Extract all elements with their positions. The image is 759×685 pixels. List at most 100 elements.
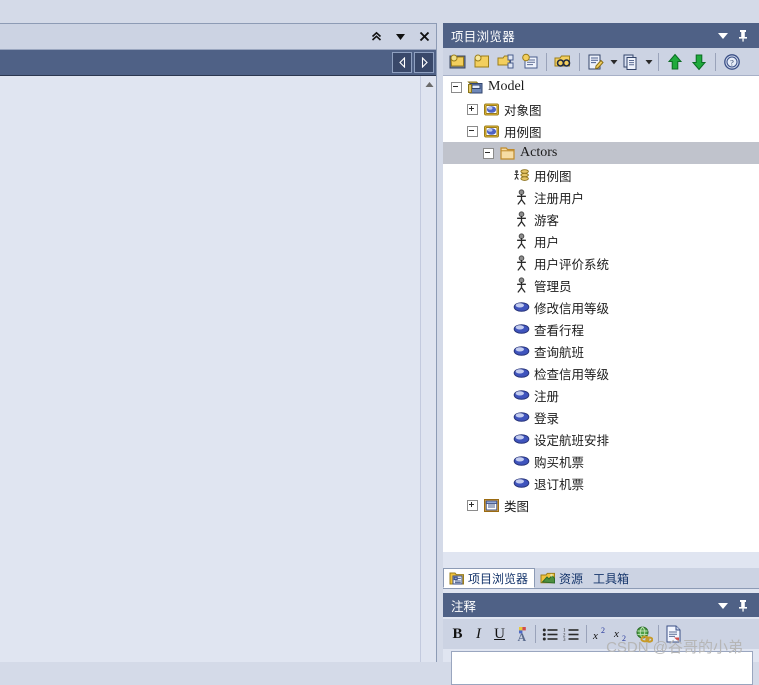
italic-icon[interactable]: I [468, 623, 489, 645]
move-down-icon[interactable] [687, 50, 711, 74]
panel-tab-strip[interactable]: 项目浏览器 资源 工具箱 [443, 568, 759, 589]
usecase-icon [513, 365, 530, 381]
tree-node[interactable]: 注册用户 [443, 186, 759, 208]
tree-toggle-spacer [499, 281, 508, 290]
tree-node-label: 查看行程 [534, 323, 585, 338]
usecase-icon [513, 409, 530, 425]
svg-text:?: ? [730, 58, 734, 67]
project-browser-icon [448, 570, 465, 586]
dropdown-arrow-icon[interactable] [713, 595, 733, 615]
expand-icon[interactable] [467, 103, 478, 115]
tree-toggle-spacer [499, 303, 508, 312]
bullet-list-icon[interactable] [540, 623, 561, 645]
notes-title-bar: 注释 [443, 593, 759, 617]
usecase-diagram-icon [513, 167, 530, 183]
tree-node-label: Model [488, 79, 525, 94]
collapse-icon[interactable] [467, 125, 478, 137]
tree-node-label: Actors [520, 145, 558, 160]
bold-icon[interactable]: B [447, 623, 468, 645]
underline-icon[interactable]: U [489, 623, 510, 645]
tree-node[interactable]: 设定航班安排 [443, 428, 759, 450]
tree-node[interactable]: Actors [443, 142, 759, 164]
scroll-up-icon[interactable] [421, 76, 437, 92]
tree-node[interactable]: 用例图 [443, 120, 759, 142]
tree-node-label: 购买机票 [534, 455, 585, 470]
folder-icon [499, 145, 516, 161]
tree-node[interactable]: 注册 [443, 384, 759, 406]
tree-node[interactable]: Model [443, 76, 759, 98]
notes-title-text: 注释 [451, 599, 477, 614]
tree-node[interactable]: 购买机票 [443, 450, 759, 472]
svg-text:2: 2 [601, 626, 605, 635]
expand-icon[interactable] [467, 499, 478, 511]
tree-node-label: 用例图 [504, 125, 542, 140]
search-folder-icon[interactable] [551, 50, 575, 74]
help-icon[interactable]: ? [720, 50, 744, 74]
tree-toggle-spacer [499, 171, 508, 180]
collapse-icon[interactable] [483, 147, 494, 159]
usecase-icon [513, 299, 530, 315]
project-tree[interactable]: Model 对象图用例图 Actors 用例图注册用户 游客 用户 用户评价系统 管理员修改信… [443, 76, 759, 552]
tree-node[interactable]: 对象图 [443, 98, 759, 120]
left-editor-pane [0, 23, 437, 662]
tree-node[interactable]: 游客 [443, 208, 759, 230]
tab-label: 工具箱 [593, 571, 630, 586]
usecase-icon [513, 387, 530, 403]
tree-node-label: 检查信用等级 [534, 367, 610, 382]
new-diagram-icon[interactable] [494, 50, 518, 74]
pin-icon[interactable] [733, 26, 753, 46]
tab-3[interactable]: 工具箱 [589, 568, 635, 588]
left-pane-canvas[interactable] [0, 76, 436, 662]
numbered-list-icon[interactable]: 1 2 3 [561, 623, 582, 645]
font-color-icon[interactable]: A [510, 623, 531, 645]
tree-toggle-spacer [499, 347, 508, 356]
tree-node[interactable]: 管理员 [443, 274, 759, 296]
dropdown-arrow-icon[interactable] [713, 26, 733, 46]
properties-icon[interactable] [584, 50, 608, 74]
tree-node-label: 用例图 [534, 169, 572, 184]
tree-node[interactable]: 用户评价系统 [443, 252, 759, 274]
copy-dropdown-caret-icon[interactable] [643, 50, 654, 74]
tab-label: 资源 [559, 571, 584, 586]
collapse-icon[interactable] [451, 81, 462, 93]
tree-node[interactable]: 用例图 [443, 164, 759, 186]
left-pane-navigation-bar [0, 50, 436, 76]
tree-node[interactable]: 查看行程 [443, 318, 759, 340]
tree-node-label: 退订机票 [534, 477, 585, 492]
move-up-icon[interactable] [663, 50, 687, 74]
tree-node[interactable]: 类图 [443, 494, 759, 516]
new-model-icon[interactable] [446, 50, 470, 74]
new-element-icon[interactable] [518, 50, 542, 74]
properties-dropdown-caret-icon[interactable] [608, 50, 619, 74]
usecase-icon [513, 321, 530, 337]
tree-node-label: 修改信用等级 [534, 301, 610, 316]
dropdown-arrow-icon[interactable] [388, 26, 412, 48]
left-pane-caption-bar [0, 24, 436, 50]
tab-2[interactable]: 资源 [535, 568, 589, 588]
toolbar-separator [546, 52, 547, 71]
tree-node[interactable]: 登录 [443, 406, 759, 428]
copy-icon[interactable] [619, 50, 643, 74]
usecase-icon [513, 343, 530, 359]
tab-1[interactable]: 项目浏览器 [443, 568, 536, 588]
tree-node[interactable]: 退订机票 [443, 472, 759, 494]
tree-node[interactable]: 用户 [443, 230, 759, 252]
pin-icon[interactable] [733, 595, 753, 615]
actor-icon [513, 211, 530, 227]
actor-icon [513, 255, 530, 271]
svg-text:x: x [592, 630, 598, 642]
close-icon[interactable] [412, 26, 436, 48]
actor-icon [513, 233, 530, 249]
nav-forward-icon[interactable] [414, 52, 434, 73]
tree-toggle-spacer [499, 193, 508, 202]
tree-node-label: 登录 [534, 411, 560, 426]
tree-node[interactable]: 检查信用等级 [443, 362, 759, 384]
nav-back-icon[interactable] [392, 52, 412, 73]
left-pane-vertical-scrollbar[interactable] [420, 76, 436, 662]
tree-node[interactable]: 修改信用等级 [443, 296, 759, 318]
chevron-up-icon[interactable] [364, 26, 388, 48]
tree-node[interactable]: 查询航班 [443, 340, 759, 362]
new-package-icon[interactable] [470, 50, 494, 74]
resources-icon [539, 570, 556, 586]
tree-toggle-spacer [499, 479, 508, 488]
